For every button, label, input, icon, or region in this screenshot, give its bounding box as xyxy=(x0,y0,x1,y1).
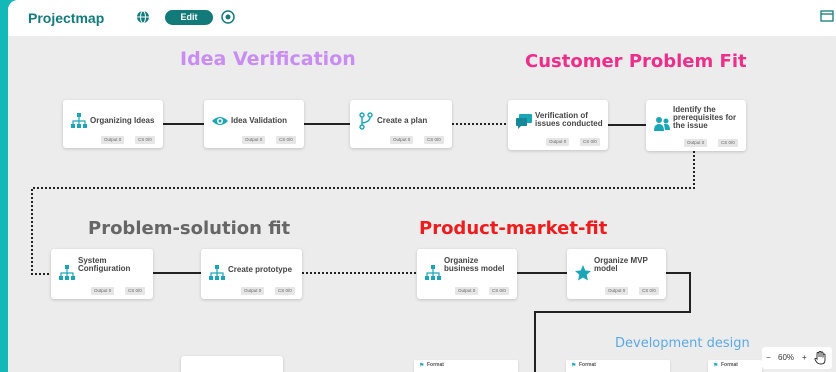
chat-icon xyxy=(516,114,532,129)
cs-tag: CS 0/0 xyxy=(639,287,659,295)
node-create-prototype[interactable]: Create prototype Output 0 CS 0/0 xyxy=(201,249,302,299)
cs-tag: CS 0/0 xyxy=(135,136,155,144)
connector-lines xyxy=(31,123,695,372)
node-label: Format xyxy=(721,362,738,368)
node-system-configuration[interactable]: System Configuration Output 0 CS 0/0 xyxy=(51,249,153,299)
output-tag: Output 0 xyxy=(390,136,414,144)
node-format-2[interactable]: ⚑ Format xyxy=(566,360,670,372)
cs-tag: CS 0/0 xyxy=(125,287,145,295)
star-icon xyxy=(575,265,591,281)
node-identify-prerequisites[interactable]: Identify the prerequisites for the issue… xyxy=(646,100,746,151)
zoom-level: 60% xyxy=(778,353,795,362)
node-format-1[interactable]: ⚑ Format xyxy=(414,360,518,372)
globe-icon[interactable] xyxy=(136,10,150,24)
node-label: Organizing Ideas xyxy=(90,116,155,125)
sitemap-icon xyxy=(71,113,87,128)
cs-tag: CS 0/0 xyxy=(489,287,509,295)
node-label: Format xyxy=(427,362,444,368)
node-verification-of-issues[interactable]: Verification of issues conducted Output … xyxy=(508,100,608,150)
cs-tag: CS 0/0 xyxy=(424,136,444,144)
node-label: System Configuration xyxy=(78,256,131,273)
node-label: Format xyxy=(579,362,596,368)
output-tag: Output 0 xyxy=(455,287,479,295)
app-window: Projectmap Edit Idea Verification Custom… xyxy=(8,0,836,372)
sitemap-icon xyxy=(209,265,225,280)
phase-heading-problem-solution-fit: Problem-solution fit xyxy=(88,218,291,239)
phase-heading-development-design: Development design xyxy=(615,336,750,351)
flag-icon: ⚑ xyxy=(713,363,719,369)
output-tag: Output 0 xyxy=(546,138,570,146)
output-tag: Output 0 xyxy=(684,139,708,147)
node-partial[interactable] xyxy=(181,356,283,372)
eye-icon xyxy=(212,117,228,125)
node-label: Organize business model xyxy=(444,256,505,273)
node-organize-business-model[interactable]: Organize business model Output 0 CS 0/0 xyxy=(417,249,517,299)
node-organizing-ideas[interactable]: Organizing Ideas Output 0 CS 0/0 xyxy=(63,100,163,148)
node-label: Organize MVP model xyxy=(594,256,648,273)
cs-tag: CS 0/0 xyxy=(275,287,295,295)
node-label: Create a plan xyxy=(377,116,428,125)
map-canvas[interactable]: Idea Verification Customer Problem Fit P… xyxy=(8,36,836,372)
node-organize-mvp-model[interactable]: Organize MVP model Output 0 CS 0/0 xyxy=(567,249,666,299)
users-icon xyxy=(654,117,670,131)
sitemap-icon xyxy=(59,265,75,280)
gear-icon[interactable] xyxy=(221,10,235,24)
branch-icon xyxy=(359,112,373,130)
output-tag: Output 0 xyxy=(242,136,266,144)
zoom-control: − 60% + xyxy=(762,347,832,369)
cs-tag: CS 0/0 xyxy=(580,138,600,146)
app-title: Projectmap xyxy=(28,10,105,26)
zoom-out-button[interactable]: − xyxy=(766,353,771,362)
top-bar: Projectmap Edit xyxy=(8,0,836,37)
flag-icon: ⚑ xyxy=(419,363,425,369)
node-idea-validation[interactable]: Idea Validation Output 0 CS 0/0 xyxy=(204,100,304,148)
node-format-3[interactable]: ⚑ Format xyxy=(708,360,762,372)
node-create-a-plan[interactable]: Create a plan Output 0 CS 0/0 xyxy=(350,100,452,148)
output-tag: Output 0 xyxy=(91,287,115,295)
phase-heading-idea-verification: Idea Verification xyxy=(180,48,356,70)
phase-heading-product-market-fit: Product-market-fit xyxy=(419,218,608,239)
panel-icon[interactable] xyxy=(820,10,834,22)
output-tag: Output 0 xyxy=(101,136,125,144)
cs-tag: CS 0/0 xyxy=(718,139,738,147)
node-label: Identify the prerequisites for the issue xyxy=(673,105,737,130)
node-label: Create prototype xyxy=(228,265,293,274)
node-label: Idea Validation xyxy=(231,116,288,125)
zoom-in-button[interactable]: + xyxy=(802,353,807,362)
output-tag: Output 0 xyxy=(241,287,265,295)
hand-icon[interactable] xyxy=(814,351,826,365)
flag-icon: ⚑ xyxy=(571,363,577,369)
phase-heading-customer-problem-fit: Customer Problem Fit xyxy=(525,51,747,72)
output-tag: Output 0 xyxy=(605,287,629,295)
sitemap-icon xyxy=(425,265,441,280)
cs-tag: CS 0/0 xyxy=(276,136,296,144)
edit-button[interactable]: Edit xyxy=(165,10,213,25)
node-label: Verification of issues conducted xyxy=(535,111,603,128)
